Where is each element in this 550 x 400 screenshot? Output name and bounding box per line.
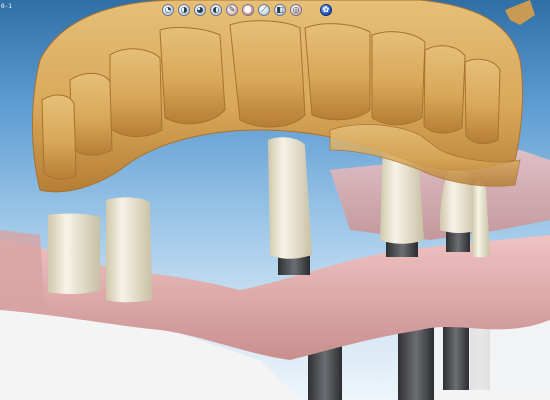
abutment-1 [48,213,100,295]
tooth-crown-6 [69,73,113,156]
tooth-crown-9 [464,58,501,144]
tooth-side-view-icon[interactable]: ◑ [178,4,190,16]
tooth-crown-1 [159,27,226,125]
material-icon[interactable]: ◎ [290,4,302,16]
probe-icon[interactable]: ⟋ [258,4,270,16]
tooth-left-view-icon[interactable]: ◐ [210,4,222,16]
abutment-2 [106,197,152,303]
record-icon[interactable]: ● [242,4,254,16]
tooth-crown-3 [304,23,371,121]
dental-3d-scene[interactable] [0,0,550,400]
paint-brush-icon[interactable]: ✎ [226,4,238,16]
cast-fragment [505,0,535,25]
tooth-top-view-icon[interactable]: ◕ [194,4,206,16]
3d-viewport[interactable]: 0-1 ◔ ◑ ◕ ◐ ✎ ● ⟋ ◧ ◎ ✿ [0,0,550,400]
abutment-3 [268,137,312,259]
tooth-crown-5 [109,48,163,137]
tooth-crown-7 [41,94,77,180]
navigation-icon[interactable]: ✿ [320,4,332,16]
tooth-front-view-icon[interactable]: ◔ [162,4,174,16]
gingiva-left-edge [0,230,45,310]
tooth-crown-2 [229,20,306,128]
tooth-crown-8 [423,45,466,134]
viewer-toolbar: ◔ ◑ ◕ ◐ ✎ ● ⟋ ◧ ◎ ✿ [162,2,332,18]
transparency-icon[interactable]: ◧ [274,4,286,16]
tooth-crown-4 [371,31,426,126]
